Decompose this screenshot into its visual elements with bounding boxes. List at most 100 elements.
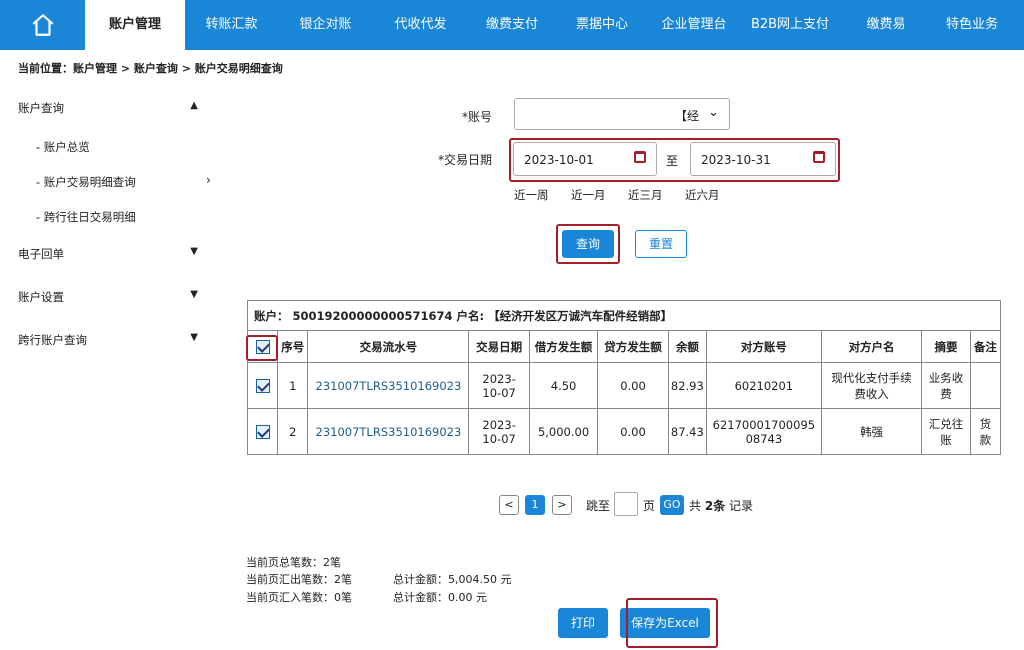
next-page-button[interactable]: > <box>552 495 572 515</box>
table-row: 2 231007TLRS3510169023 2023-10-07 5,000.… <box>246 408 1002 455</box>
cell-serial-link[interactable]: 231007TLRS3510169023 <box>307 408 470 455</box>
total-prefix: 共 <box>689 499 702 513</box>
cell-counter-account: 60210201 <box>705 362 822 409</box>
sidebar-item-label: - 账户交易明细查询 <box>36 175 136 189</box>
account-select[interactable]: 【经 ⌄ <box>514 98 730 130</box>
select-all-cell[interactable] <box>246 330 279 363</box>
col-header-balance: 余额 <box>667 330 707 363</box>
cell-debit: 4.50 <box>528 362 599 409</box>
sidebar-group-account-settings[interactable]: 账户设置 ▼ <box>18 289 210 305</box>
row-checkbox[interactable] <box>255 424 270 439</box>
row-select-cell[interactable] <box>246 362 279 409</box>
caret-down-icon: ▼ <box>190 332 198 343</box>
caret-up-icon: ▲ <box>190 100 198 111</box>
cell-serial-link[interactable]: 231007TLRS3510169023 <box>307 362 470 409</box>
nav-bill-center[interactable]: 票据中心 <box>556 0 648 50</box>
caret-down-icon: ▼ <box>190 246 198 257</box>
print-button[interactable]: 打印 <box>558 608 608 638</box>
cell-counter-name: 现代化支付手续费收入 <box>820 362 923 409</box>
nav-account-management[interactable]: 账户管理 <box>85 0 185 50</box>
calendar-icon <box>634 151 646 163</box>
sidebar-group-label: 账户查询 <box>18 101 64 115</box>
nav-reconciliation[interactable]: 银企对账 <box>278 0 373 50</box>
top-nav: 账户管理 转账汇款 银企对账 代收代发 缴费支付 票据中心 企业管理台 B2B网… <box>0 0 1024 50</box>
col-header-counter-account: 对方账号 <box>705 330 822 363</box>
sidebar-group-e-receipt[interactable]: 电子回单 ▼ <box>18 246 210 262</box>
calendar-icon <box>813 151 825 163</box>
transaction-table: 账户： 50019200000000571674 户名: 【经济开发区万诚汽车配… <box>246 300 1002 455</box>
quick-last-three-months[interactable]: 近三月 <box>628 187 663 203</box>
nav-enterprise-console[interactable]: 企业管理台 <box>648 0 740 50</box>
page-1-button[interactable]: 1 <box>525 495 545 515</box>
page-outgoing-count: 当前页汇出笔数：2笔 <box>246 573 352 586</box>
col-header-serial: 交易流水号 <box>307 330 470 363</box>
cell-counter-account: 6217000170009508743 <box>705 408 822 455</box>
cell-date: 2023-10-07 <box>468 408 530 455</box>
caret-down-icon: ▼ <box>190 289 198 300</box>
go-button[interactable]: GO <box>660 495 684 515</box>
cell-debit: 5,000.00 <box>528 408 599 455</box>
col-header-summary: 摘要 <box>921 330 971 363</box>
cell-summary: 业务收费 <box>921 362 971 409</box>
nav-bill-payment[interactable]: 缴费支付 <box>468 0 556 50</box>
row-select-cell[interactable] <box>246 408 279 455</box>
nav-b2b-payment[interactable]: B2B网上支付 <box>740 0 840 50</box>
sidebar: 账户查询 ▲ - 账户总览 - 账户交易明细查询 › - 跨行往日交易明细 电子… <box>18 84 211 650</box>
sidebar-group-account-query[interactable]: 账户查询 ▲ <box>18 100 210 116</box>
outgoing-total-amount: 总计金额：5,004.50 元 <box>393 573 512 586</box>
table-header-row: 序号 交易流水号 交易日期 借方发生额 贷方发生额 余额 对方账号 对方户名 摘… <box>246 330 1002 363</box>
query-button[interactable]: 查询 <box>562 230 614 258</box>
col-header-debit: 借方发生额 <box>528 330 599 363</box>
cell-summary: 汇兑往账 <box>921 408 971 455</box>
export-highlight <box>626 598 718 648</box>
cell-counter-name: 韩强 <box>820 408 923 455</box>
end-date-input[interactable]: 2023-10-31 <box>690 142 836 176</box>
sidebar-item-cross-bank-history[interactable]: - 跨行往日交易明细 <box>36 209 136 225</box>
page-incoming-count: 当前页汇入笔数：0笔 <box>246 591 352 604</box>
cell-credit: 0.00 <box>597 362 669 409</box>
cell-remark <box>969 362 1002 409</box>
home-button[interactable] <box>0 0 85 50</box>
col-header-counter-name: 对方户名 <box>820 330 923 363</box>
chevron-right-icon: › <box>206 173 211 187</box>
sidebar-group-label: 跨行账户查询 <box>18 333 87 347</box>
total-records: 共 2条 记录 <box>689 497 753 514</box>
sidebar-item-transaction-detail[interactable]: - 账户交易明细查询 › <box>36 173 226 190</box>
chevron-down-icon: ⌄ <box>708 105 719 120</box>
start-date-input[interactable]: 2023-10-01 <box>513 142 657 176</box>
home-icon <box>32 14 53 36</box>
cell-balance: 82.93 <box>667 362 707 409</box>
col-header-index: 序号 <box>277 330 309 363</box>
account-label: *账号 <box>462 110 493 124</box>
cell-remark: 货款 <box>969 408 1002 455</box>
incoming-total-amount: 总计金额：0.00 元 <box>393 591 487 604</box>
quick-last-month[interactable]: 近一月 <box>571 187 606 203</box>
end-date-value: 2023-10-31 <box>701 153 771 167</box>
goto-label: 跳至 <box>586 499 611 513</box>
nav-transfer[interactable]: 转账汇款 <box>185 0 278 50</box>
table-row: 1 231007TLRS3510169023 2023-10-07 4.50 0… <box>246 362 1002 409</box>
start-date-value: 2023-10-01 <box>524 153 594 167</box>
nav-collection-payment[interactable]: 代收代发 <box>373 0 468 50</box>
cell-credit: 0.00 <box>597 408 669 455</box>
select-all-highlight <box>246 335 278 361</box>
sidebar-group-label: 账户设置 <box>18 290 64 304</box>
row-checkbox[interactable] <box>255 378 270 393</box>
nav-jiaofeiyi[interactable]: 缴费易 <box>840 0 932 50</box>
prev-page-button[interactable]: < <box>499 495 519 515</box>
sidebar-group-cross-bank-query[interactable]: 跨行账户查询 ▼ <box>18 332 210 348</box>
goto-page-input[interactable] <box>614 492 638 516</box>
breadcrumb: 当前位置：账户管理 > 账户查询 > 账户交易明细查询 <box>18 62 283 75</box>
quick-last-six-months[interactable]: 近六月 <box>685 187 720 203</box>
reset-button[interactable]: 重置 <box>635 230 687 258</box>
sidebar-item-account-overview[interactable]: - 账户总览 <box>36 139 90 155</box>
account-info-row: 账户： 50019200000000571674 户名: 【经济开发区万诚汽车配… <box>247 300 1001 331</box>
to-label: 至 <box>666 154 679 168</box>
total-count: 2条 <box>704 499 726 513</box>
quick-last-week[interactable]: 近一周 <box>514 187 549 203</box>
nav-special-business[interactable]: 特色业务 <box>932 0 1024 50</box>
cell-balance: 87.43 <box>667 408 707 455</box>
col-header-credit: 贷方发生额 <box>597 330 669 363</box>
date-label: *交易日期 <box>438 153 493 167</box>
page-unit-label: 页 <box>643 499 656 513</box>
